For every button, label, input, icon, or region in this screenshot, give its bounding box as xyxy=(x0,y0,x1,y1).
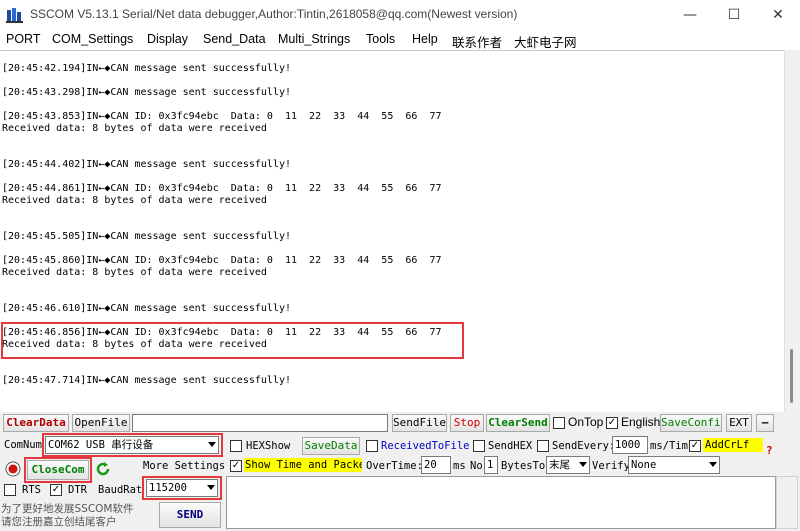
highlight-box-received-frame xyxy=(1,322,464,359)
menu-daxia-electronics[interactable]: 大虾电子网 xyxy=(514,32,577,51)
collapse-button[interactable]: — xyxy=(756,414,774,432)
title-bar: SSCOM V5.13.1 Serial/Net data debugger,A… xyxy=(0,0,800,30)
comnum-label: ComNum xyxy=(4,439,42,451)
baudrate-label: BaudRat xyxy=(98,484,143,496)
verify-label: Verify xyxy=(592,460,630,472)
stop-button[interactable]: Stop xyxy=(450,414,484,432)
verify-value: None xyxy=(631,459,657,471)
rts-checkbox[interactable] xyxy=(4,484,16,496)
send-hex-label: SendHEX xyxy=(488,440,533,452)
promo-text-line1: 为了更好地发展SSCOM软件 xyxy=(1,503,134,515)
menu-port[interactable]: PORT xyxy=(6,32,41,46)
received-to-file-checkbox[interactable] xyxy=(366,440,378,452)
verify-select[interactable]: None xyxy=(628,456,720,474)
send-hex-checkbox[interactable] xyxy=(473,440,485,452)
menu-display[interactable]: Display xyxy=(147,32,188,46)
dtr-checkbox[interactable]: ✓ xyxy=(50,484,62,496)
bytes-to-value: 末尾 xyxy=(549,459,570,471)
received-to-file-label: ReceivedToFile xyxy=(381,440,470,452)
save-data-button[interactable]: SaveData xyxy=(302,437,360,455)
add-crlf-checkbox[interactable]: ✓ xyxy=(689,440,701,452)
app-icon xyxy=(6,8,23,23)
file-path-input[interactable] xyxy=(132,414,388,432)
minimize-button[interactable]: — xyxy=(668,0,712,30)
no-label: No xyxy=(470,460,483,472)
send-every-label: SendEvery: xyxy=(552,440,616,452)
ms-tim-label: ms/Tim xyxy=(650,440,688,452)
menu-send-data[interactable]: Send_Data xyxy=(203,32,266,46)
chevron-down-icon xyxy=(579,462,587,467)
send-text-input[interactable] xyxy=(226,476,776,529)
ext-button[interactable]: EXT xyxy=(726,414,752,432)
hex-show-checkbox[interactable] xyxy=(230,440,242,452)
overtime-label: OverTime: xyxy=(366,460,423,472)
send-every-checkbox[interactable] xyxy=(537,440,549,452)
menu-contact-author[interactable]: 联系作者 xyxy=(452,32,502,51)
port-status-indicator-icon xyxy=(5,461,21,477)
ontop-checkbox[interactable] xyxy=(553,417,565,429)
english-label: English xyxy=(621,415,661,429)
open-file-button[interactable]: OpenFile xyxy=(72,414,130,432)
menu-tools[interactable]: Tools xyxy=(366,32,395,46)
send-every-input[interactable]: 1000 xyxy=(612,436,648,454)
bytes-to-label: BytesTo xyxy=(501,460,546,472)
save-config-button[interactable]: SaveConfig xyxy=(660,414,722,432)
show-time-label: Show Time and Packe xyxy=(244,458,362,472)
dtr-label: DTR xyxy=(68,484,87,496)
show-time-checkbox[interactable]: ✓ xyxy=(230,460,242,472)
highlight-box-closecom xyxy=(24,457,92,483)
menu-com-settings[interactable]: COM_Settings xyxy=(52,32,133,46)
send-input-scrollbar[interactable] xyxy=(776,476,798,529)
close-button[interactable]: ✕ xyxy=(756,0,800,30)
add-crlf-label: AddCrLf xyxy=(703,438,763,452)
scrollbar-thumb[interactable] xyxy=(790,349,793,403)
no-input[interactable]: 1 xyxy=(484,456,498,474)
promo-text-line2: 请您注册嘉立创结尾客户 xyxy=(1,516,117,528)
maximize-button[interactable]: ☐ xyxy=(712,0,756,30)
window-title: SSCOM V5.13.1 Serial/Net data debugger,A… xyxy=(30,7,518,21)
highlight-box-comnum xyxy=(42,433,223,457)
send-button[interactable]: SEND xyxy=(159,502,221,528)
clear-data-button[interactable]: ClearData xyxy=(3,414,69,432)
help-icon[interactable]: ? xyxy=(766,444,773,458)
menu-bar: PORT COM_Settings Display Send_Data Mult… xyxy=(0,30,800,50)
menu-help[interactable]: Help xyxy=(412,32,438,46)
highlight-box-baudrate xyxy=(142,476,222,500)
rts-label: RTS xyxy=(22,484,41,496)
menu-multi-strings[interactable]: Multi_Strings xyxy=(278,32,350,46)
refresh-icon[interactable] xyxy=(95,461,111,477)
hex-show-label: HEXShow xyxy=(246,440,291,452)
bytes-to-select[interactable]: 末尾 xyxy=(546,456,590,474)
send-file-button[interactable]: SendFile xyxy=(392,414,447,432)
chevron-down-icon xyxy=(709,462,717,467)
clear-send-button[interactable]: ClearSend xyxy=(486,414,550,432)
overtime-ms-label: ms xyxy=(453,460,466,472)
overtime-input[interactable]: 20 xyxy=(421,456,451,474)
more-settings-link[interactable]: More Settings xyxy=(143,459,225,473)
ontop-label: OnTop xyxy=(568,415,604,429)
english-checkbox[interactable]: ✓ xyxy=(606,417,618,429)
